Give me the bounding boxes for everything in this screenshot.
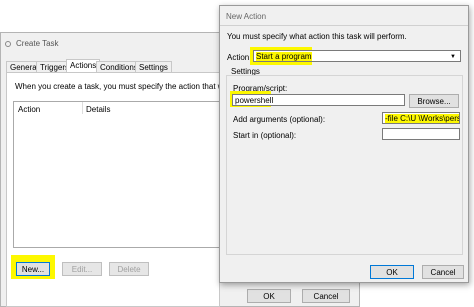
start-in-input[interactable] [382,128,460,140]
new-action-ok-button[interactable]: OK [370,265,414,279]
column-divider[interactable] [82,102,83,114]
action-select[interactable]: Start a program ▼ [253,50,461,62]
title-divider [220,25,468,26]
actions-list[interactable] [13,101,220,248]
tab-settings[interactable]: Settings [135,61,172,72]
new-action-title: New Action [226,12,267,21]
add-arguments-label: Add arguments (optional): [233,115,326,124]
start-in-label: Start in (optional): [233,131,297,140]
new-action-intro: You must specify what action this task w… [227,32,407,41]
arguments-value: -file C:\U \Works\person [385,114,459,123]
delete-action-button[interactable]: Delete [109,262,149,276]
chevron-down-icon: ▼ [450,54,456,60]
browse-button[interactable]: Browse... [409,94,459,108]
edit-action-button[interactable]: Edit... [62,262,102,276]
add-arguments-input[interactable]: -file C:\U \Works\person [382,112,460,124]
new-action-button[interactable]: New... [16,262,50,276]
action-label: Action: [227,53,252,62]
create-task-cancel-button[interactable]: Cancel [302,289,350,303]
program-script-input[interactable]: powershell [232,94,405,106]
create-task-ok-button[interactable]: OK [247,289,291,303]
create-task-title: Create Task [16,39,59,48]
column-header-details[interactable]: Details [86,105,110,114]
task-scheduler-icon [5,41,11,47]
column-header-action[interactable]: Action [18,105,40,114]
action-select-value: Start a program [256,52,312,61]
new-action-cancel-button[interactable]: Cancel [422,265,464,279]
